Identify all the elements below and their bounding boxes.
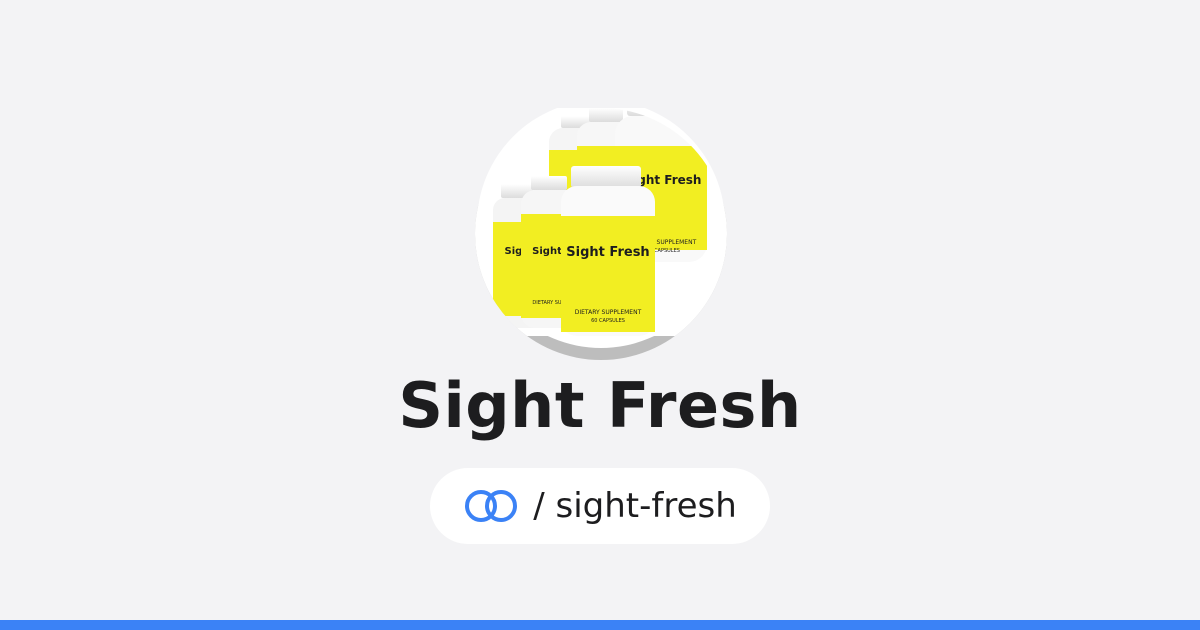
front-bottle-label-text: Sight Fresh bbox=[566, 245, 649, 260]
link-icon bbox=[463, 488, 521, 524]
svg-text:Sight: Sight bbox=[532, 246, 562, 257]
front-bottle-type-text: DIETARY SUPPLEMENT bbox=[575, 309, 642, 316]
page-title: Sight Fresh bbox=[398, 369, 802, 442]
avatar: Sight Fresh DIETARY SUPPLEMENT 60 CAPSUL… bbox=[475, 108, 727, 360]
bottle-front-right: Sight Fresh DIETARY SUPPLEMENT 60 CAPSUL… bbox=[561, 166, 655, 336]
profile-slug: / sight-fresh bbox=[533, 486, 737, 526]
accent-bar bbox=[0, 620, 1200, 630]
profile-link-button[interactable]: / sight-fresh bbox=[430, 468, 770, 544]
svg-text:DIETARY SU: DIETARY SU bbox=[532, 300, 562, 306]
product-bottles-image: Sight Fresh DIETARY SUPPLEMENT 60 CAPSUL… bbox=[475, 108, 727, 360]
front-bottle-count-text: 60 CAPSULES bbox=[591, 318, 625, 324]
